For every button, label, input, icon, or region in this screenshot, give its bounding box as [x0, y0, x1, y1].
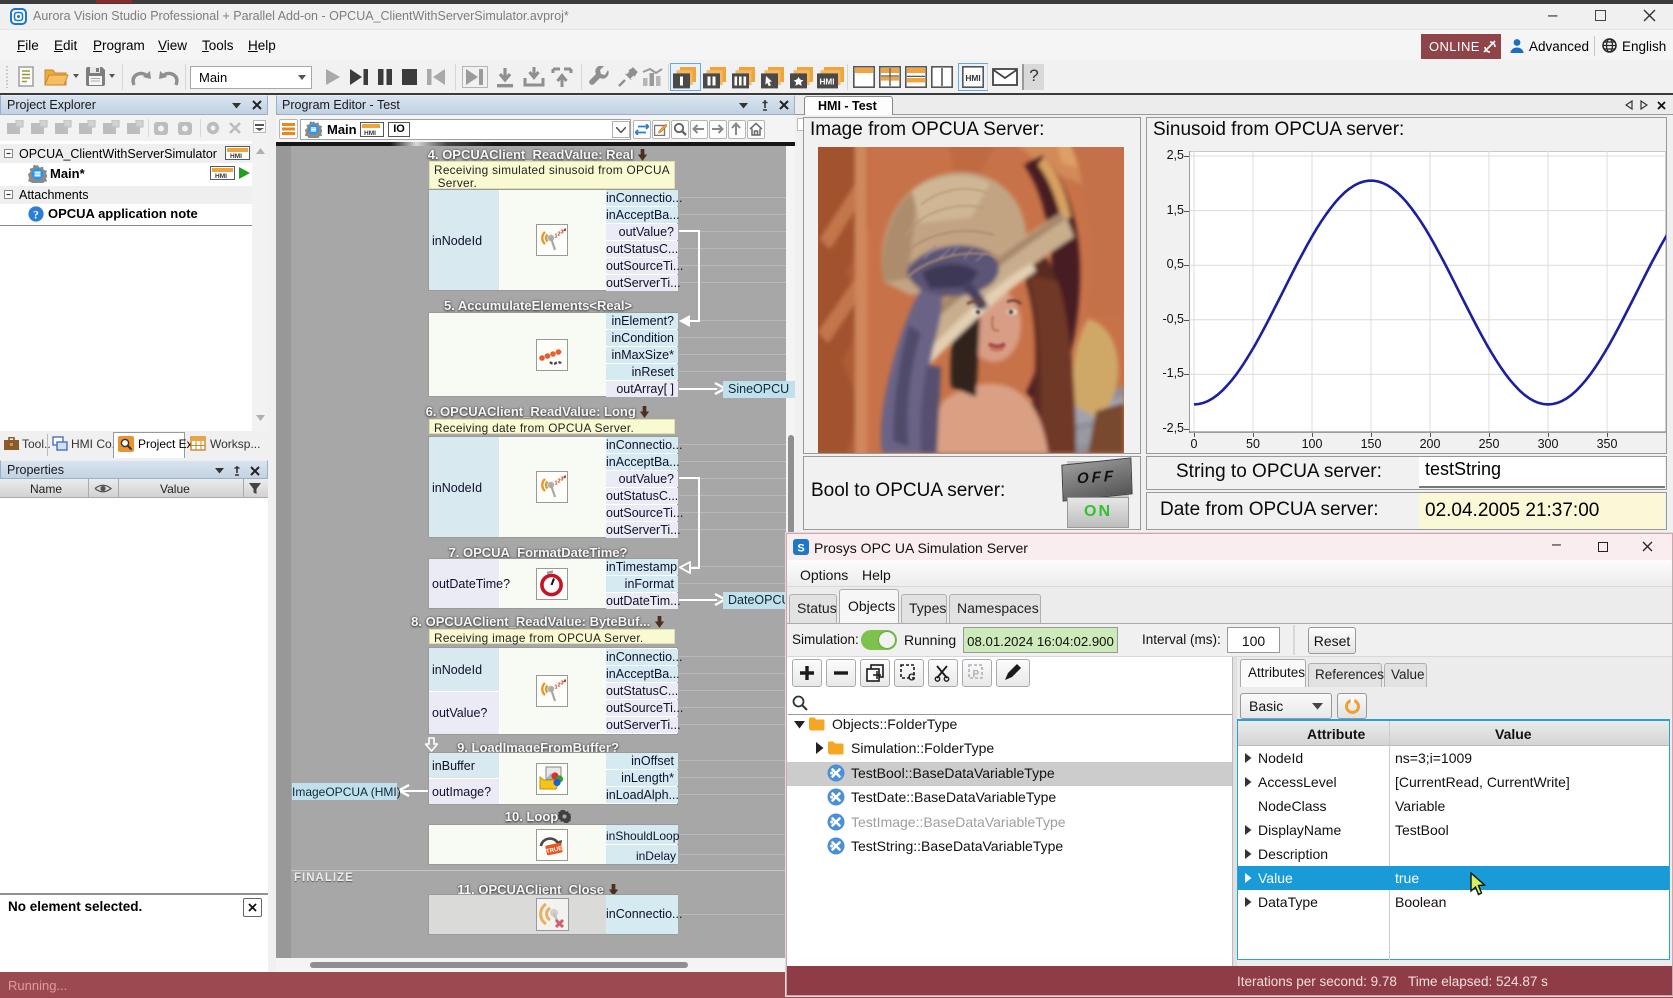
- svg-text:3: 3: [561, 477, 564, 483]
- svg-text:P: P: [973, 669, 980, 680]
- svg-text:3: 3: [561, 681, 564, 687]
- svg-text:HMI: HMI: [965, 73, 980, 83]
- svg-text:HMI: HMI: [819, 78, 834, 87]
- svg-text:3: 3: [561, 230, 564, 236]
- svg-text:C: C: [908, 673, 915, 683]
- svg-text:?: ?: [33, 209, 39, 221]
- svg-text:S: S: [797, 543, 804, 555]
